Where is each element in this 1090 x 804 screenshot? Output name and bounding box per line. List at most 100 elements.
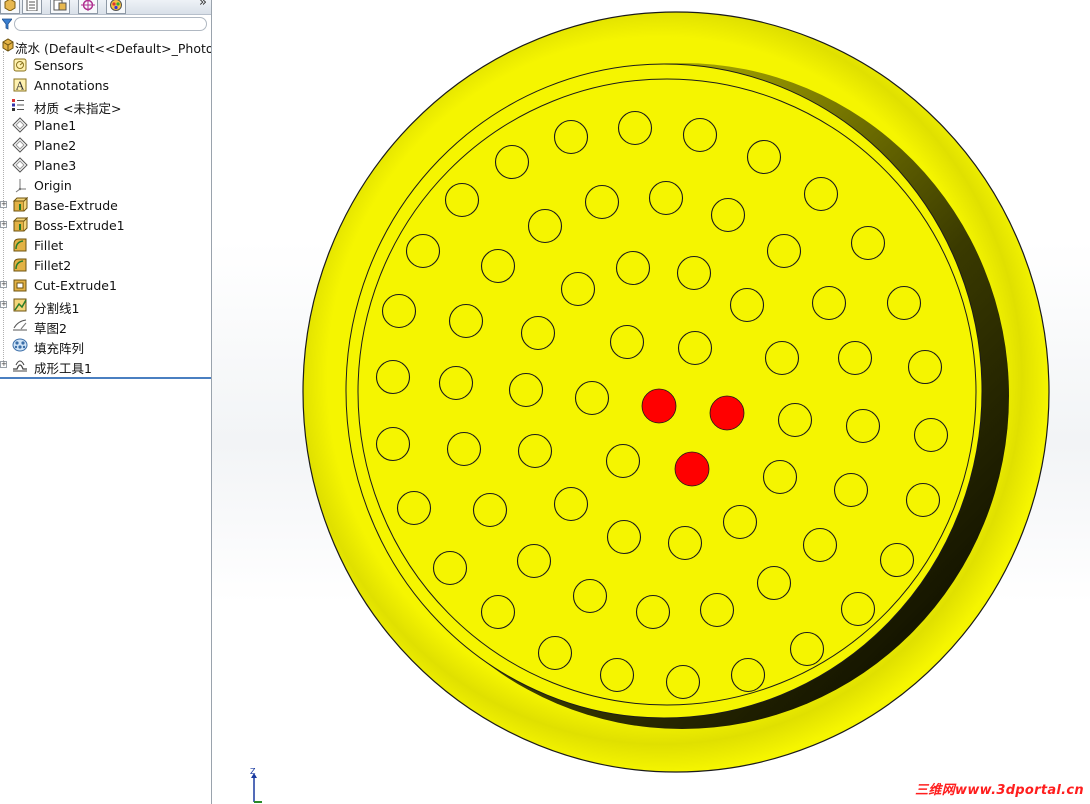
hole[interactable] <box>615 250 651 286</box>
hole[interactable] <box>606 519 642 555</box>
red-hole[interactable] <box>674 451 710 487</box>
hole[interactable] <box>446 431 482 467</box>
tree-item-plane1[interactable]: Plane1 <box>0 115 211 135</box>
hole[interactable] <box>635 594 671 630</box>
red-hole[interactable] <box>641 388 677 424</box>
hole[interactable] <box>766 233 802 269</box>
hole[interactable] <box>480 248 516 284</box>
tree-item-fillet[interactable]: Fillet <box>0 235 211 255</box>
hole[interactable] <box>448 303 484 339</box>
hole[interactable] <box>617 110 653 146</box>
hole[interactable] <box>574 380 610 416</box>
hole[interactable] <box>886 285 922 321</box>
hole[interactable] <box>729 287 765 323</box>
tree-item-fill-pattern[interactable]: 填充阵列 <box>0 335 211 356</box>
hole[interactable] <box>527 208 563 244</box>
hole[interactable] <box>494 144 530 180</box>
hole[interactable] <box>762 459 798 495</box>
tree-item-boss-extrude1[interactable]: + Boss-Extrude1 <box>0 215 211 235</box>
hole[interactable] <box>396 490 432 526</box>
hole[interactable] <box>648 180 684 216</box>
hole[interactable] <box>913 417 949 453</box>
hole[interactable] <box>746 139 782 175</box>
hole[interactable] <box>676 255 712 291</box>
hole[interactable] <box>789 631 825 667</box>
tree-item-sensors[interactable]: Sensors <box>0 55 211 75</box>
hole[interactable] <box>677 330 713 366</box>
hole[interactable] <box>537 635 573 671</box>
hole[interactable] <box>553 486 589 522</box>
expand-toggle-icon[interactable]: + <box>0 361 7 368</box>
expand-toggle-icon[interactable]: + <box>0 301 7 308</box>
tree-item-sketch2[interactable]: 草图2 <box>0 315 211 336</box>
hole[interactable] <box>405 233 441 269</box>
panel-splitter-line[interactable] <box>0 377 211 379</box>
hole[interactable] <box>667 525 703 561</box>
hole[interactable] <box>584 184 620 220</box>
hole[interactable] <box>845 408 881 444</box>
expand-toggle-icon[interactable]: + <box>0 201 7 208</box>
feature-filter-input[interactable] <box>14 17 207 31</box>
hole[interactable] <box>777 402 813 438</box>
hole[interactable] <box>480 594 516 630</box>
hole[interactable] <box>803 176 839 212</box>
hole[interactable] <box>905 482 941 518</box>
tree-item-plane2[interactable]: Plane2 <box>0 135 211 155</box>
hole[interactable] <box>508 372 544 408</box>
hole[interactable] <box>879 542 915 578</box>
tree-item-cut-extrude1[interactable]: + Cut-Extrude1 <box>0 275 211 295</box>
tree-item-base-extrude[interactable]: + Base-Extrude <box>0 195 211 215</box>
hole[interactable] <box>665 664 701 700</box>
filter-icon[interactable] <box>2 18 12 30</box>
hole[interactable] <box>605 443 641 479</box>
hole[interactable] <box>381 293 417 329</box>
property-manager-tab[interactable] <box>22 0 42 14</box>
feature-manager-tab[interactable] <box>0 0 20 14</box>
hole[interactable] <box>722 504 758 540</box>
dimxpert-tab[interactable] <box>78 0 98 14</box>
expand-toggle-icon[interactable]: + <box>0 281 7 288</box>
expand-toggle-icon[interactable]: + <box>0 221 7 228</box>
hole[interactable] <box>599 657 635 693</box>
hole[interactable] <box>438 365 474 401</box>
tree-item-material[interactable]: 材质 <未指定> <box>0 95 211 116</box>
hole[interactable] <box>730 657 766 693</box>
hole[interactable] <box>682 117 718 153</box>
configuration-manager-tab[interactable] <box>50 0 70 14</box>
hole[interactable] <box>802 527 838 563</box>
model-view[interactable] <box>212 0 1090 804</box>
tree-item-fillet2[interactable]: Fillet2 <box>0 255 211 275</box>
hole[interactable] <box>764 340 800 376</box>
tree-item-split-line1[interactable]: + 分割线1 <box>0 295 211 316</box>
hole[interactable] <box>699 592 735 628</box>
tree-root-part[interactable]: 流水 (Default<<Default>_PhotoW <box>0 35 211 56</box>
hole[interactable] <box>560 271 596 307</box>
hole[interactable] <box>850 225 886 261</box>
hole[interactable] <box>609 324 645 360</box>
hole[interactable] <box>710 197 746 233</box>
hole[interactable] <box>432 550 468 586</box>
hole[interactable] <box>517 433 553 469</box>
hole[interactable] <box>833 472 869 508</box>
tree-item-annotations[interactable]: A Annotations <box>0 75 211 95</box>
hole[interactable] <box>375 426 411 462</box>
hole[interactable] <box>472 492 508 528</box>
hole[interactable] <box>907 349 943 385</box>
hole[interactable] <box>520 315 556 351</box>
tree-item-forming-tool1[interactable]: + 成形工具1 <box>0 355 211 376</box>
hole[interactable] <box>553 119 589 155</box>
hole[interactable] <box>840 591 876 627</box>
red-hole[interactable] <box>709 395 745 431</box>
tree-item-origin[interactable]: Origin <box>0 175 211 195</box>
hole[interactable] <box>375 359 411 395</box>
hole[interactable] <box>811 285 847 321</box>
hole[interactable] <box>444 182 480 218</box>
hole[interactable] <box>756 565 792 601</box>
hole[interactable] <box>837 340 873 376</box>
graphics-viewport[interactable]: Z 三维网www.3dportal.cn <box>212 0 1090 804</box>
display-manager-tab[interactable] <box>106 0 126 14</box>
hole[interactable] <box>516 543 552 579</box>
more-tabs-chevron-icon[interactable]: » <box>199 0 207 10</box>
hole[interactable] <box>572 578 608 614</box>
tree-item-plane3[interactable]: Plane3 <box>0 155 211 175</box>
